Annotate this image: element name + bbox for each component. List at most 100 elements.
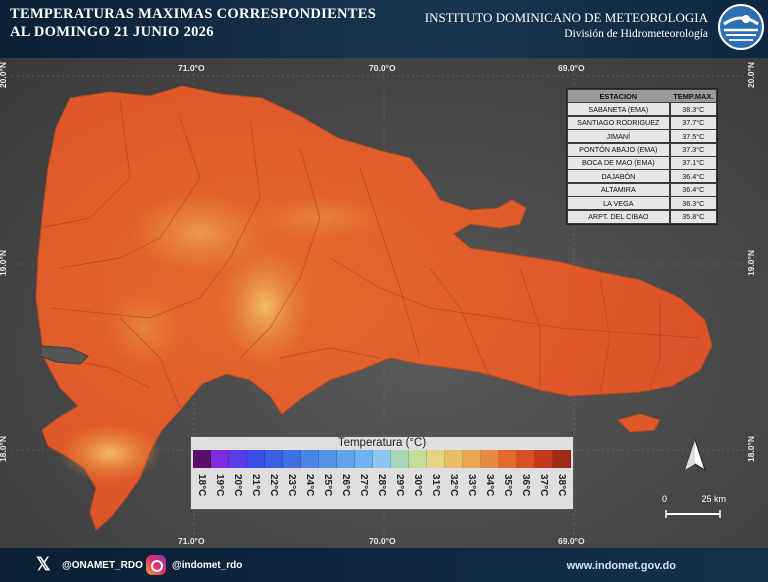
table-row: SABANETA (EMA) 38.3°C xyxy=(568,103,716,116)
table-row: LA VEGA 36.3°C xyxy=(568,197,716,210)
table-row: ARPT. DEL CIBAO 35.8°C xyxy=(568,210,716,223)
scale-bar xyxy=(665,510,721,518)
legend-tick-labels: 18°C 19°C 20°C 21°C 22°C 23°C 24°C 25°C 26°C 27°C… xyxy=(193,470,571,508)
station-temp: 36.4°C xyxy=(670,170,716,183)
legend-swatch xyxy=(463,450,481,468)
legend-swatch xyxy=(355,450,373,468)
station-temp: 35.8°C xyxy=(670,210,716,223)
legend-tick: 34°C xyxy=(481,470,499,508)
map-title-line1: TEMPERATURAS MAXIMAS CORRESPONDIENTES xyxy=(10,6,377,22)
saona-island xyxy=(617,413,661,433)
legend-swatch xyxy=(481,450,499,468)
legend-tick: 32°C xyxy=(445,470,463,508)
legend-tick: 18°C xyxy=(193,470,211,508)
lon-label-bottom-2: 70.0°O xyxy=(369,536,396,546)
legend-swatch xyxy=(553,450,571,468)
legend-tick: 23°C xyxy=(283,470,301,508)
legend-tick-label: 18°C xyxy=(196,474,207,497)
legend-tick: 29°C xyxy=(391,470,409,508)
legend-swatch xyxy=(517,450,535,468)
legend-tick: 28°C xyxy=(373,470,391,508)
legend-tick: 31°C xyxy=(427,470,445,508)
legend-tick: 26°C xyxy=(337,470,355,508)
legend-swatch xyxy=(445,450,463,468)
legend-tick-label: 30°C xyxy=(412,474,423,497)
legend-tick: 27°C xyxy=(355,470,373,508)
legend-tick-label: 20°C xyxy=(232,474,243,497)
lon-label-top-1: 71.0°O xyxy=(178,63,205,73)
scale-end-label: 25 km xyxy=(701,494,727,504)
institute-name: INSTITUTO DOMINICANO DE METEOROLOGIA xyxy=(424,10,708,25)
table-header: ESTACION TEMP.MAX. xyxy=(568,90,716,102)
legend-tick: 22°C xyxy=(265,470,283,508)
station-temp: 37.3°C xyxy=(670,143,716,156)
legend-swatches xyxy=(193,450,571,468)
col-temp-header: TEMP.MAX. xyxy=(673,91,714,101)
station-name: DAJABÓN xyxy=(568,170,669,183)
scale-bar-labels: 0 25 km xyxy=(662,494,726,504)
instagram-handle[interactable]: @indomet_rdo xyxy=(172,560,242,571)
table-row: SANTIAGO RODRIGUEZ 37.7°C xyxy=(568,116,716,129)
legend-tick: 25°C xyxy=(319,470,337,508)
station-temp: 38.3°C xyxy=(670,103,716,116)
legend-tick: 21°C xyxy=(247,470,265,508)
lon-label-top-2: 70.0°O xyxy=(369,63,396,73)
lat-label-right-1: 20.0°N xyxy=(746,61,757,89)
station-name: SABANETA (EMA) xyxy=(568,103,669,116)
station-name: LA VEGA xyxy=(568,197,669,210)
station-name: ALTAMIRA xyxy=(568,183,669,196)
legend-tick-label: 24°C xyxy=(304,474,315,497)
station-name: JIMANÍ xyxy=(568,130,669,143)
legend-tick-label: 27°C xyxy=(358,474,369,497)
legend-swatch xyxy=(319,450,337,468)
legend-swatch xyxy=(283,450,301,468)
indomet-logo-icon xyxy=(718,4,764,50)
legend-tick-label: 22°C xyxy=(268,474,279,497)
station-name: ARPT. DEL CIBAO xyxy=(568,210,669,223)
legend-tick: 35°C xyxy=(499,470,517,508)
legend-swatch xyxy=(247,450,265,468)
col-station-header: ESTACION xyxy=(599,91,638,101)
table-row: ALTAMIRA 36.4°C xyxy=(568,183,716,196)
header-bar: TEMPERATURAS MAXIMAS CORRESPONDIENTES AL… xyxy=(0,0,768,58)
legend-tick-label: 28°C xyxy=(376,474,387,497)
legend-swatch xyxy=(301,450,319,468)
table-row: PONTÓN ABAJO (EMA) 37.3°C xyxy=(568,143,716,156)
scale-start-label: 0 xyxy=(662,494,668,504)
lon-label-bottom-1: 71.0°O xyxy=(178,536,205,546)
lat-label-left-2: 19.0°N xyxy=(0,249,9,277)
table-row: JIMANÍ 37.5°C xyxy=(568,130,716,143)
legend-tick: 38°C xyxy=(553,470,571,508)
legend-tick-label: 25°C xyxy=(322,474,333,497)
legend-tick: 20°C xyxy=(229,470,247,508)
station-temp: 37.7°C xyxy=(670,116,716,129)
legend-swatch xyxy=(499,450,517,468)
twitter-handle[interactable]: @ONAMET_RDO xyxy=(62,560,143,571)
legend-tick-label: 38°C xyxy=(556,474,567,497)
legend-tick-label: 37°C xyxy=(538,474,549,497)
station-name: BOCA DE MAO (EMA) xyxy=(568,156,669,169)
legend-swatch xyxy=(535,450,553,468)
legend-tick: 24°C xyxy=(301,470,319,508)
legend-tick-label: 33°C xyxy=(466,474,477,497)
lon-label-top-3: 69.0°O xyxy=(558,63,585,73)
legend-tick-label: 26°C xyxy=(340,474,351,497)
table-row: BOCA DE MAO (EMA) 37.1°C xyxy=(568,156,716,169)
map-title-line2: AL DOMINGO 21 JUNIO 2026 xyxy=(10,24,214,40)
legend-swatch xyxy=(265,450,283,468)
lat-label-right-2: 19.0°N xyxy=(746,249,757,277)
legend-tick-label: 35°C xyxy=(502,474,513,497)
legend-tick-label: 36°C xyxy=(520,474,531,497)
station-temp: 37.5°C xyxy=(670,130,716,143)
legend-tick-label: 29°C xyxy=(394,474,405,497)
footer-bar: 𝕏 @ONAMET_RDO @indomet_rdo www.indomet.g… xyxy=(0,548,768,582)
legend-tick: 30°C xyxy=(409,470,427,508)
legend-swatch xyxy=(391,450,409,468)
website-link[interactable]: www.indomet.gov.do xyxy=(567,560,676,572)
station-temp: 37.1°C xyxy=(670,156,716,169)
lat-label-left-3: 18.0°N xyxy=(0,435,9,463)
instagram-icon[interactable] xyxy=(146,555,166,575)
station-temp: 36.3°C xyxy=(670,197,716,210)
legend-tick: 37°C xyxy=(535,470,553,508)
x-logo-icon[interactable]: 𝕏 xyxy=(36,554,51,575)
